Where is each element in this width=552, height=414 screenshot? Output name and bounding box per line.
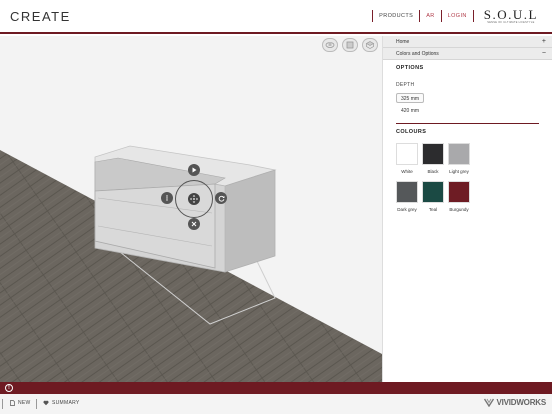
vividworks-logo: VIVIDWORKS <box>484 398 546 407</box>
file-icon <box>10 400 15 406</box>
app: CREATE PRODUCTS AR LOGIN S.O.U.L SENSE O… <box>0 0 552 414</box>
nav-login-link[interactable]: LOGIN <box>448 13 467 19</box>
top-nav: PRODUCTS AR LOGIN S.O.U.L SENSE OF ULTIM… <box>366 8 538 24</box>
nav-products-link[interactable]: PRODUCTS <box>379 13 413 19</box>
move-icon[interactable] <box>188 193 200 205</box>
collapse-icon: − <box>541 50 546 57</box>
page-title: CREATE <box>10 9 71 24</box>
new-label: NEW <box>18 400 31 406</box>
swatch-label: Black <box>427 169 439 174</box>
swatch-chip <box>422 181 444 203</box>
vividworks-text: VIVIDWORKS <box>496 398 546 407</box>
rotate-icon[interactable] <box>215 192 227 204</box>
header: CREATE PRODUCTS AR LOGIN S.O.U.L SENSE O… <box>0 0 552 34</box>
expand-icon: + <box>541 38 546 45</box>
object-controls <box>156 161 232 237</box>
footer-divider <box>36 399 37 409</box>
swatch-label: White <box>401 169 413 174</box>
swatch-black[interactable]: Black <box>422 143 444 175</box>
footer: NEW SUMMARY VIVIDWORKS <box>0 394 552 414</box>
options-heading: OPTIONS <box>396 65 424 71</box>
configurator-panel: Home + Colors and Options − OPTIONS DEPT… <box>382 36 552 382</box>
depth-label: DEPTH <box>396 82 415 88</box>
colours-heading: COLOURS <box>396 129 427 135</box>
swatch-teal[interactable]: Teal <box>422 181 444 213</box>
nav-divider <box>440 10 442 22</box>
swatch-label: Dark grey <box>397 207 417 212</box>
nav-divider <box>472 10 474 22</box>
info-icon[interactable]: ! <box>5 384 13 392</box>
swatch-chip <box>422 143 444 165</box>
summary-label: SUMMARY <box>52 400 80 406</box>
new-button[interactable]: NEW <box>10 400 31 406</box>
swatch-label: Burgundy <box>449 207 469 212</box>
play-icon[interactable] <box>188 164 200 176</box>
depth-option-325[interactable]: 325 mm <box>396 93 425 103</box>
summary-button[interactable]: SUMMARY <box>43 400 80 406</box>
nav-ar-link[interactable]: AR <box>426 13 434 19</box>
swatch-chip <box>396 143 418 165</box>
front-view-icon[interactable] <box>342 38 358 52</box>
view-mode-toolbar <box>322 38 378 52</box>
swatch-chip <box>448 181 470 203</box>
rotate-view-icon[interactable] <box>322 38 338 52</box>
swatch-label: Teal <box>428 207 438 212</box>
heart-icon <box>43 400 49 406</box>
section-divider <box>396 123 539 124</box>
brand-name: S.O.U.L <box>483 7 538 22</box>
info-bar: ! <box>0 382 552 394</box>
3d-viewport[interactable] <box>0 36 382 382</box>
swatch-chip <box>396 181 418 203</box>
depth-option-420[interactable]: 420 mm <box>396 105 424 115</box>
swatch-dark-grey[interactable]: Dark grey <box>396 181 418 213</box>
accordion-home-label: Home <box>396 38 410 45</box>
nav-divider <box>372 10 374 22</box>
vividworks-mark-icon <box>484 398 495 407</box>
footer-divider <box>2 399 3 409</box>
swatch-label: Light grey <box>449 169 469 174</box>
close-icon[interactable] <box>188 218 200 230</box>
top-view-icon[interactable] <box>362 38 378 52</box>
brand-logo[interactable]: S.O.U.L SENSE OF ULTIMATE LIFESTYLE <box>484 8 538 24</box>
colour-swatch-grid: White Black Light grey Dark grey Teal Bu… <box>396 143 546 213</box>
swatch-burgundy[interactable]: Burgundy <box>448 181 470 213</box>
swatch-light-grey[interactable]: Light grey <box>448 143 470 175</box>
swatch-white[interactable]: White <box>396 143 418 175</box>
brand-tagline: SENSE OF ULTIMATE LIFESTYLE <box>487 21 535 24</box>
more-icon[interactable] <box>161 192 173 204</box>
accordion-colors-options-label: Colors and Options <box>396 50 439 57</box>
nav-divider <box>419 10 421 22</box>
accordion-home[interactable]: Home + <box>383 36 552 48</box>
swatch-chip <box>448 143 470 165</box>
accordion-colors-options[interactable]: Colors and Options − <box>383 48 552 60</box>
